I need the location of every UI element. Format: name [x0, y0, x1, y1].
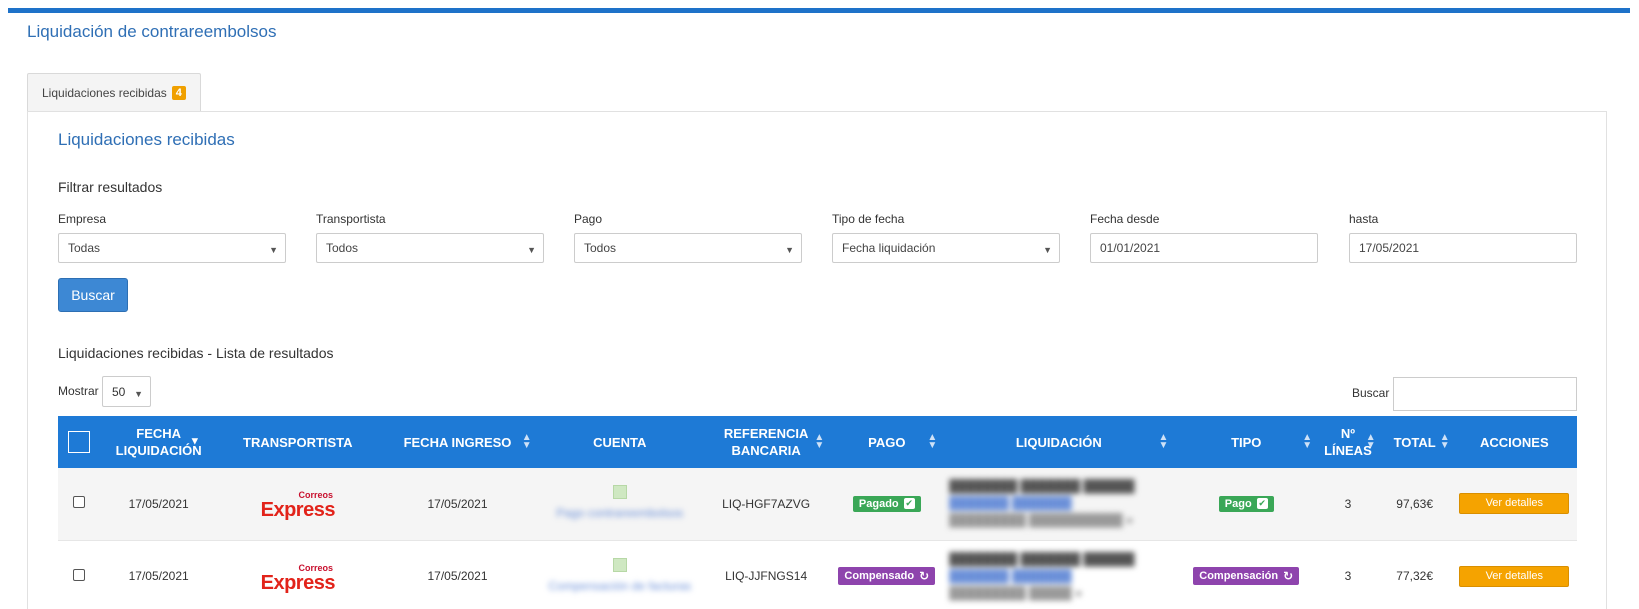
count-badge: 4 — [171, 85, 186, 100]
fecha-ingreso-cell: 17/05/2021 — [377, 540, 538, 609]
status-badge: Pagado ✔ — [852, 495, 921, 512]
col-transportista[interactable]: TRANSPORTISTA — [218, 416, 378, 468]
fecha-liquidacion-cell: 17/05/2021 — [99, 540, 219, 609]
tipo-fecha-select[interactable]: Fecha liquidación ▼ — [832, 233, 1060, 263]
results-title: Liquidaciones recibidas - Lista de resul… — [58, 345, 334, 361]
pago-select[interactable]: Todos ▼ — [574, 233, 802, 263]
acciones-cell: Ver detalles — [1451, 540, 1577, 609]
table-search-input[interactable] — [1393, 377, 1577, 411]
panel-title: Liquidaciones recibidas — [58, 130, 235, 149]
pago-cell: Compensado ↻ — [830, 540, 944, 609]
col-total[interactable]: TOTAL ▲ ▼ — [1377, 416, 1452, 468]
table-row: 17/05/2021 Correos Express 17/05/2021 Pa… — [58, 468, 1577, 541]
referencia-cell: LIQ-JJFNGS14 — [701, 540, 831, 609]
sort-icon: ▲ ▼ — [814, 432, 825, 451]
cuenta-link[interactable]: Pago contrareembolsos — [538, 504, 702, 522]
empresa-label: Empresa — [58, 212, 107, 226]
show-label: Mostrar — [58, 384, 99, 398]
page-size-select[interactable]: 50 ▼ — [102, 376, 151, 407]
col-liquidacion[interactable]: LIQUIDACIÓN ▲ ▼ — [943, 416, 1175, 468]
ver-detalles-button[interactable]: Ver detalles — [1459, 565, 1570, 587]
sort-icon: ▲ ▼ — [927, 432, 938, 451]
check-icon: ✔ — [1256, 498, 1268, 510]
col-pago[interactable]: PAGO ▲ ▼ — [830, 416, 944, 468]
filter-title: Filtrar resultados — [58, 179, 163, 195]
col-referencia-bancaria[interactable]: REFERENCIA BANCARIA ▲ ▼ — [701, 416, 831, 468]
col-acciones: ACCIONES — [1451, 416, 1577, 468]
col-cuenta[interactable]: CUENTA — [537, 416, 702, 468]
cuenta-link[interactable]: Compensación de facturas — [538, 577, 702, 595]
col-tipo[interactable]: TIPO ▲ ▼ — [1174, 416, 1319, 468]
fecha-desde-label: Fecha desde — [1090, 212, 1160, 226]
chevron-down-icon: ▼ — [269, 245, 278, 255]
transportista-select[interactable]: Todos ▼ — [316, 233, 544, 263]
pago-cell: Pagado ✔ — [830, 468, 944, 541]
status-badge: Compensado ↻ — [838, 567, 936, 585]
transportista-cell: Correos Express — [218, 540, 378, 609]
chevron-down-icon: ▼ — [1043, 245, 1052, 255]
sort-icon: ▲ ▼ — [1302, 432, 1313, 451]
transportista-cell: Correos Express — [218, 468, 378, 541]
empresa-select[interactable]: Todas ▼ — [58, 233, 286, 263]
broken-image-icon — [612, 485, 627, 500]
hasta-input[interactable]: 17/05/2021 — [1349, 233, 1577, 263]
type-badge: Compensación ↻ — [1193, 567, 1300, 585]
tipo-fecha-label: Tipo de fecha — [832, 212, 905, 226]
sort-icon: ▲ ▼ — [1439, 432, 1450, 451]
chevron-down-icon: ▼ — [134, 389, 143, 399]
fecha-liquidacion-cell: 17/05/2021 — [99, 468, 219, 541]
refresh-icon: ↻ — [1283, 569, 1294, 583]
page-title: Liquidación de contrareembolsos — [27, 22, 277, 41]
col-fecha-ingreso[interactable]: FECHA INGRESO ▲ ▼ — [377, 416, 538, 468]
fecha-desde-input[interactable]: 01/01/2021 — [1090, 233, 1318, 263]
ver-detalles-button[interactable]: Ver detalles — [1459, 493, 1570, 515]
tab-label: Liquidaciones recibidas — [42, 85, 167, 100]
broken-image-icon — [612, 557, 627, 572]
results-table: FECHA LIQUIDACIÓN ▼ TRANSPORTISTA FECHA I… — [58, 416, 1577, 609]
top-accent-bar — [8, 8, 1630, 13]
table-search-label: Buscar — [1352, 386, 1390, 400]
tipo-cell: Compensación ↻ — [1174, 540, 1319, 609]
transportista-label: Transportista — [316, 212, 386, 226]
total-cell: 77,32€ — [1377, 540, 1452, 609]
row-checkbox[interactable] — [72, 568, 85, 581]
type-badge: Pago ✔ — [1218, 495, 1274, 512]
table-header-row: FECHA LIQUIDACIÓN ▼ TRANSPORTISTA FECHA I… — [58, 416, 1577, 468]
correos-express-logo: Correos Express — [260, 562, 336, 594]
tab-liquidaciones-recibidas[interactable]: Liquidaciones recibidas 4 — [27, 73, 201, 111]
referencia-cell: LIQ-HGF7AZVG — [701, 468, 831, 541]
correos-express-logo: Correos Express — [260, 490, 336, 522]
lineas-cell: 3 — [1318, 540, 1378, 609]
fecha-ingreso-cell: 17/05/2021 — [377, 468, 538, 541]
liquidacion-cell: ████████ ███████ ██████ ███████ ███████ … — [943, 540, 1175, 609]
sort-icon: ▲ ▼ — [1158, 432, 1169, 451]
col-fecha-liquidacion[interactable]: FECHA LIQUIDACIÓN ▼ — [99, 416, 219, 468]
lineas-cell: 3 — [1318, 468, 1378, 541]
sort-icon: ▲ ▼ — [1365, 432, 1376, 451]
liquidacion-cell: ████████ ███████ ██████ ███████ ███████ … — [943, 468, 1175, 541]
select-all-header — [58, 416, 100, 468]
row-checkbox[interactable] — [72, 496, 85, 509]
select-all-checkbox[interactable] — [67, 431, 90, 453]
acciones-cell: Ver detalles — [1451, 468, 1577, 541]
liquidacion-details-redacted: ████████ ███████ ██████ ███████ ███████ … — [949, 551, 1135, 600]
col-lineas[interactable]: Nº LÍNEAS ▲ ▼ — [1318, 416, 1378, 468]
table-row: 17/05/2021 Correos Express 17/05/2021 Co… — [58, 540, 1577, 609]
total-cell: 97,63€ — [1377, 468, 1452, 541]
sort-icon: ▲ ▼ — [521, 432, 532, 451]
search-button[interactable]: Buscar — [58, 278, 128, 312]
sort-desc-icon: ▼ — [189, 435, 201, 448]
cuenta-cell[interactable]: Compensación de facturas — [537, 540, 702, 609]
tipo-cell: Pago ✔ — [1174, 468, 1319, 541]
check-icon: ✔ — [903, 498, 915, 510]
cuenta-cell[interactable]: Pago contrareembolsos — [537, 468, 702, 541]
refresh-icon: ↻ — [919, 569, 930, 583]
hasta-label: hasta — [1349, 212, 1379, 226]
chevron-down-icon: ▼ — [527, 245, 536, 255]
liquidacion-details-redacted: ████████ ███████ ██████ ███████ ███████ … — [949, 479, 1135, 528]
pago-label: Pago — [574, 212, 603, 226]
chevron-down-icon: ▼ — [785, 245, 794, 255]
